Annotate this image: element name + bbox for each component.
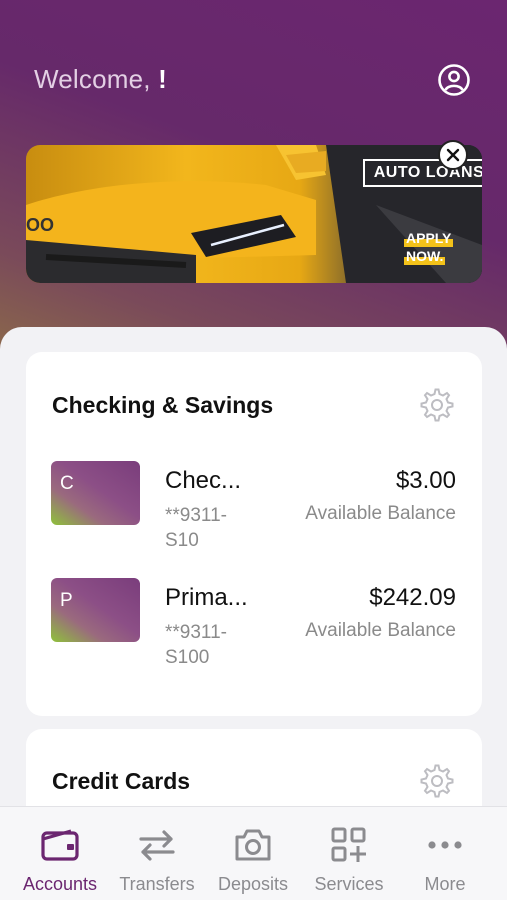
account-number: **9311-S10 bbox=[165, 505, 227, 551]
checking-savings-title: Checking & Savings bbox=[52, 392, 274, 418]
gear-icon bbox=[420, 764, 454, 798]
banner-cta[interactable]: APPLY NOW. bbox=[404, 229, 454, 265]
welcome-name: ! bbox=[158, 64, 168, 94]
credit-settings-button[interactable] bbox=[420, 764, 454, 798]
tab-services-label: Services bbox=[314, 874, 384, 894]
account-number: **9311-S100 bbox=[165, 622, 227, 668]
close-icon bbox=[446, 148, 460, 162]
tab-more-label: More bbox=[424, 874, 466, 894]
credit-cards-title: Credit Cards bbox=[52, 768, 191, 794]
banner-close-button[interactable] bbox=[438, 140, 468, 170]
auto-loans-banner[interactable]: OO AUTO LOANS APPLY NOW. bbox=[26, 145, 482, 283]
tab-more[interactable]: More bbox=[397, 825, 493, 895]
account-name: Chec... bbox=[165, 467, 242, 494]
banner-cta-line2: NOW. bbox=[404, 247, 446, 265]
car-badge: OO bbox=[26, 215, 54, 235]
account-name: Prima... bbox=[165, 584, 248, 611]
transfer-arrows-icon bbox=[137, 825, 177, 865]
welcome-text: Welcome, bbox=[34, 64, 151, 94]
account-balance: $242.09 bbox=[369, 584, 456, 611]
checking-settings-button[interactable] bbox=[420, 388, 454, 422]
account-avatar: P bbox=[51, 578, 140, 642]
camera-icon bbox=[233, 825, 273, 865]
tab-transfers[interactable]: Transfers bbox=[109, 825, 205, 895]
welcome-greeting: Welcome, ! bbox=[34, 64, 167, 95]
gear-icon bbox=[420, 388, 454, 422]
banner-cta-line1: APPLY bbox=[404, 229, 454, 247]
bottom-tab-bar: Accounts Transfers Deposits Services Mor… bbox=[0, 806, 507, 900]
grid-plus-icon bbox=[329, 825, 369, 865]
tab-deposits[interactable]: Deposits bbox=[205, 825, 301, 895]
account-row[interactable]: P Prima... **9311-S100 $242.09 Available… bbox=[26, 578, 482, 678]
account-initial: C bbox=[60, 473, 74, 494]
more-dots-icon bbox=[425, 825, 465, 865]
account-row[interactable]: C Chec... **9311-S10 $3.00 Available Bal… bbox=[26, 461, 482, 561]
checking-savings-card: Checking & Savings C Chec... **9311-S10 … bbox=[26, 352, 482, 716]
account-avatar: C bbox=[51, 461, 140, 525]
tab-accounts[interactable]: Accounts bbox=[12, 825, 108, 895]
tab-accounts-label: Accounts bbox=[22, 874, 98, 894]
tab-transfers-label: Transfers bbox=[119, 874, 195, 894]
profile-button[interactable] bbox=[437, 63, 471, 97]
account-balance-label: Available Balance bbox=[305, 503, 456, 524]
tab-services[interactable]: Services bbox=[301, 825, 397, 895]
account-balance: $3.00 bbox=[395, 467, 456, 494]
account-initial: P bbox=[60, 590, 73, 611]
wallet-icon bbox=[40, 825, 80, 865]
account-balance-label: Available Balance bbox=[305, 620, 456, 641]
tab-deposits-label: Deposits bbox=[217, 874, 289, 894]
user-circle-icon bbox=[438, 64, 470, 96]
